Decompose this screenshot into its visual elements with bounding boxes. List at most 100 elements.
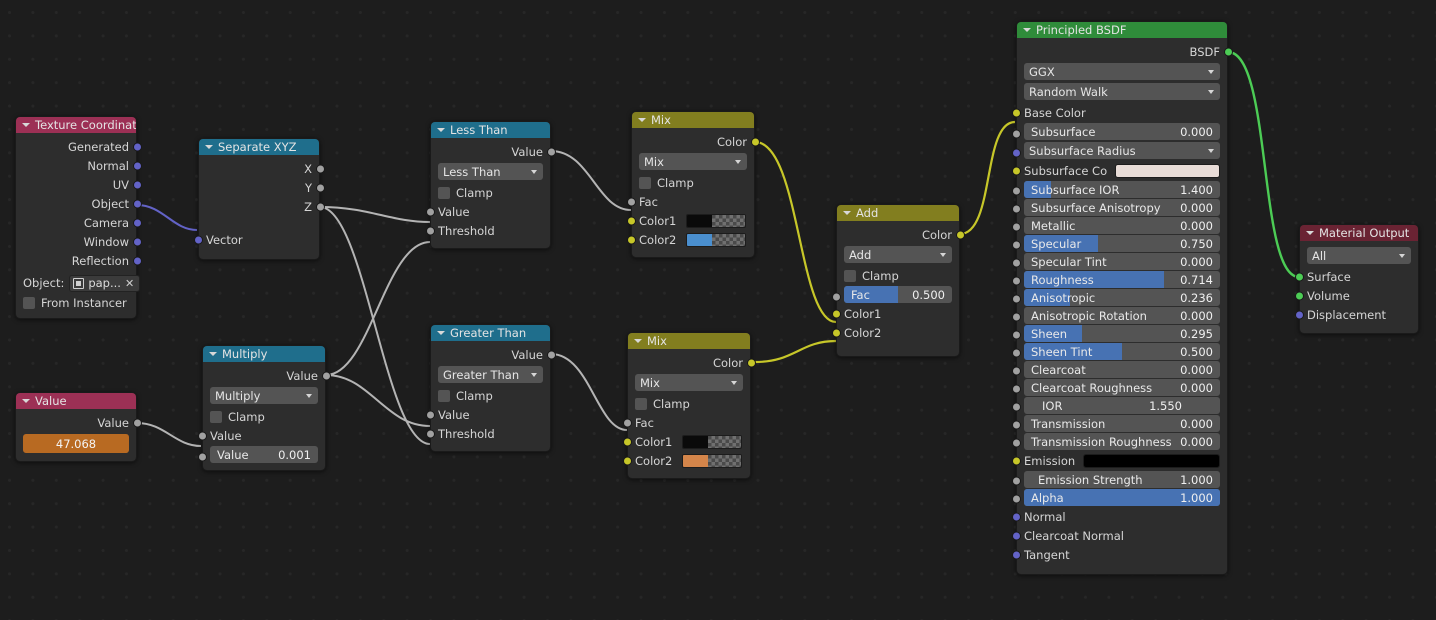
clamp-checkbox[interactable] — [438, 389, 450, 402]
input-socket-color2[interactable] — [831, 328, 841, 337]
socket-row-subsurface-color[interactable]: Subsurface Co — [1011, 161, 1227, 180]
socket-row-color-out[interactable]: Color — [632, 132, 760, 151]
output-socket-value[interactable] — [321, 371, 331, 380]
output-socket-generated[interactable] — [132, 142, 142, 151]
from-instancer-checkbox[interactable] — [23, 296, 35, 309]
input-socket-metallic[interactable] — [1011, 222, 1021, 232]
sheen-tint-slider[interactable]: Sheen Tint 0.500 — [1024, 343, 1220, 360]
input-socket-fac[interactable] — [831, 292, 841, 302]
input-socket-value-2[interactable] — [197, 452, 207, 462]
anisotropic-slider[interactable]: Anisotropic 0.236 — [1024, 289, 1220, 306]
clamp-checkbox[interactable] — [844, 269, 856, 282]
socket-row-color2[interactable]: Color2 — [622, 451, 750, 470]
socket-row-roughness[interactable]: Roughness 0.714 — [1011, 271, 1227, 288]
output-socket-camera[interactable] — [132, 218, 142, 227]
input-socket-alpha[interactable] — [1011, 494, 1021, 504]
clamp-row[interactable]: Clamp — [632, 173, 754, 192]
node-header-greater-than[interactable]: Greater Than — [431, 325, 550, 341]
socket-row-color1[interactable]: Color1 — [831, 304, 959, 323]
collapse-triangle-icon[interactable] — [436, 329, 445, 338]
node-add[interactable]: Add Color Add Clamp Fac 0.500 Color1 Col… — [831, 204, 965, 357]
input-socket-transmission-roughness[interactable] — [1011, 438, 1021, 448]
socket-row-value-out[interactable]: Value — [431, 142, 556, 161]
operation-dropdown[interactable]: Less Than — [438, 163, 543, 180]
color1-swatch[interactable] — [682, 434, 743, 449]
output-socket-window[interactable] — [132, 237, 142, 246]
operation-dropdown[interactable]: Multiply — [210, 387, 318, 404]
emission-strength-slider[interactable]: Emission Strength 1.000 — [1024, 471, 1220, 488]
distribution-dropdown[interactable]: GGX — [1024, 63, 1220, 80]
collapse-triangle-icon[interactable] — [633, 337, 642, 346]
subsurface-slider[interactable]: Subsurface 0.000 — [1024, 123, 1220, 140]
node-header-mix-bottom[interactable]: Mix — [628, 333, 750, 349]
input-socket-value[interactable] — [425, 207, 435, 216]
metallic-slider[interactable]: Metallic 0.000 — [1024, 217, 1220, 234]
socket-row-color1[interactable]: Color1 — [626, 211, 754, 230]
input-socket-color2[interactable] — [626, 235, 636, 244]
collapse-triangle-icon[interactable] — [21, 397, 30, 406]
input-socket-specular-tint[interactable] — [1011, 258, 1021, 268]
clamp-row[interactable]: Clamp — [837, 266, 959, 285]
socket-row-fac[interactable]: Fac 0.500 — [831, 286, 959, 303]
socket-row-normal[interactable]: Normal — [16, 156, 142, 175]
socket-row-transmission[interactable]: Transmission 0.000 — [1011, 415, 1227, 432]
input-socket-surface[interactable] — [1294, 272, 1304, 281]
anisotropic-rotation-slider[interactable]: Anisotropic Rotation 0.000 — [1024, 307, 1220, 324]
output-socket-value[interactable] — [132, 418, 142, 427]
output-socket-color[interactable] — [746, 358, 756, 367]
collapse-triangle-icon[interactable] — [208, 350, 217, 359]
operation-dropdown[interactable]: Greater Than — [438, 366, 543, 383]
subsurface-radius-dropdown[interactable]: Subsurface Radius — [1024, 142, 1220, 159]
input-socket-roughness[interactable] — [1011, 276, 1021, 286]
object-picker-row[interactable]: Object: pap... ✕ — [16, 273, 141, 293]
socket-row-vector[interactable]: Vector — [193, 230, 319, 249]
socket-row-sheen[interactable]: Sheen 0.295 — [1011, 325, 1227, 342]
blend-mode-dropdown[interactable]: Mix — [635, 374, 743, 391]
input-socket-subsurface-ior[interactable] — [1011, 186, 1021, 196]
socket-row-subsurface-anisotropy[interactable]: Subsurface Anisotropy 0.000 — [1011, 199, 1227, 216]
input-socket-color1[interactable] — [831, 309, 841, 318]
socket-row-transmission-roughness[interactable]: Transmission Roughness 0.000 — [1011, 433, 1227, 450]
socket-row-displacement[interactable]: Displacement — [1294, 305, 1418, 324]
socket-row-ior[interactable]: IOR 1.550 — [1011, 397, 1227, 414]
socket-row-color1[interactable]: Color1 — [622, 432, 750, 451]
collapse-triangle-icon[interactable] — [637, 116, 646, 125]
node-header-less-than[interactable]: Less Than — [431, 122, 550, 138]
socket-row-value-out[interactable]: Value — [16, 413, 142, 432]
socket-row-emission[interactable]: Emission — [1011, 451, 1227, 470]
node-separate-xyz[interactable]: Separate XYZ X Y Z Vector — [193, 138, 325, 260]
input-socket-color2[interactable] — [622, 456, 632, 465]
clear-object-icon[interactable]: ✕ — [125, 277, 136, 290]
socket-row-value-in-2[interactable]: Value 0.001 — [197, 446, 325, 463]
input-socket-threshold[interactable] — [425, 226, 435, 235]
input-socket-emission[interactable] — [1011, 456, 1021, 465]
socket-row-color-out[interactable]: Color — [837, 225, 965, 244]
socket-row-clearcoat[interactable]: Clearcoat 0.000 — [1011, 361, 1227, 378]
node-less-than[interactable]: Less Than Value Less Than Clamp Value Th… — [425, 121, 556, 249]
transmission-roughness-slider[interactable]: Transmission Roughness 0.000 — [1024, 433, 1220, 450]
node-greater-than[interactable]: Greater Than Value Greater Than Clamp Va… — [425, 324, 556, 452]
input-socket-color1[interactable] — [622, 437, 632, 446]
input-socket-displacement[interactable] — [1294, 310, 1304, 319]
socket-row-anisotropic-rotation[interactable]: Anisotropic Rotation 0.000 — [1011, 307, 1227, 324]
node-mix-bottom[interactable]: Mix Color Mix Clamp Fac Color1 Color2 — [622, 332, 756, 479]
color2-swatch[interactable] — [686, 232, 747, 247]
clamp-checkbox[interactable] — [635, 397, 647, 410]
node-header-multiply[interactable]: Multiply — [203, 346, 325, 362]
socket-row-anisotropic[interactable]: Anisotropic 0.236 — [1011, 289, 1227, 306]
socket-row-sheen-tint[interactable]: Sheen Tint 0.500 — [1011, 343, 1227, 360]
socket-row-color2[interactable]: Color2 — [626, 230, 754, 249]
input-socket-fac[interactable] — [622, 418, 632, 427]
socket-row-base-color[interactable]: Base Color — [1011, 103, 1227, 122]
input-socket-tangent[interactable] — [1011, 550, 1021, 559]
socket-row-subsurface-ior[interactable]: Subsurface IOR 1.400 — [1011, 181, 1227, 198]
socket-row-fac[interactable]: Fac — [622, 413, 750, 432]
node-material-output[interactable]: Material Output All Surface Volume Displ… — [1294, 224, 1419, 334]
socket-row-bsdf-out[interactable]: BSDF — [1017, 42, 1233, 61]
socket-row-uv[interactable]: UV — [16, 175, 142, 194]
input-socket-transmission[interactable] — [1011, 420, 1021, 430]
emission-color-swatch[interactable] — [1083, 453, 1220, 468]
subsurface-anisotropy-slider[interactable]: Subsurface Anisotropy 0.000 — [1024, 199, 1220, 216]
input-socket-clearcoat-normal[interactable] — [1011, 531, 1021, 540]
socket-row-tangent[interactable]: Tangent — [1011, 545, 1227, 564]
